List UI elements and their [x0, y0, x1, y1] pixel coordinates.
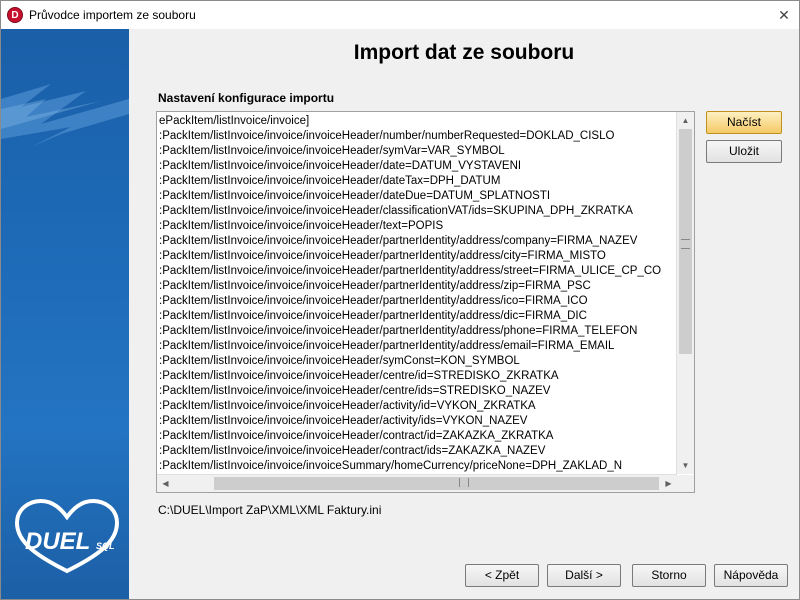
config-line: :PackItem/listInvoice/invoice/invoiceHea… [159, 295, 588, 307]
config-line: :PackItem/listInvoice/invoice/invoiceHea… [159, 325, 638, 337]
scrollbar-corner [677, 475, 694, 492]
window-title: Průvodce importem ze souboru [29, 8, 196, 22]
config-line: :PackItem/listInvoice/invoice/invoiceHea… [159, 235, 638, 247]
back-button[interactable]: < Zpět [465, 564, 539, 587]
cancel-button[interactable]: Storno [632, 564, 706, 587]
duel-logo-icon: DUEL SQL [14, 499, 120, 574]
config-text-box[interactable]: ePackItem/listInvoice/invoice] :PackItem/… [156, 111, 695, 493]
page-title: Import dat ze souboru [353, 41, 575, 64]
config-file-path: C:\DUEL\Import ZaP\XML\XML Faktury.ini [158, 503, 382, 517]
config-line: :PackItem/listInvoice/invoice/invoiceHea… [159, 400, 536, 412]
config-line: :PackItem/listInvoice/invoice/invoiceHea… [159, 370, 559, 382]
load-button[interactable]: Načíst [706, 111, 782, 134]
save-button[interactable]: Uložit [706, 140, 782, 163]
duel-app-icon: D [7, 7, 23, 23]
config-line: :PackItem/listInvoice/invoice/invoiceHea… [159, 340, 615, 352]
config-line: :PackItem/listInvoice/invoice/invoiceSum… [159, 460, 623, 472]
vertical-grip-icon [681, 239, 690, 249]
scroll-down-icon[interactable]: ▼ [677, 457, 694, 474]
next-button[interactable]: Další > [547, 564, 621, 587]
scroll-up-icon[interactable]: ▲ [677, 112, 694, 129]
config-line: :PackItem/listInvoice/invoice/invoiceHea… [159, 175, 501, 187]
config-line: :PackItem/listInvoice/invoice/invoiceHea… [159, 415, 528, 427]
config-line: ePackItem/listInvoice/invoice] [159, 115, 310, 127]
config-line: :PackItem/listInvoice/invoice/invoiceHea… [159, 310, 587, 322]
horizontal-scroll-thumb[interactable] [214, 477, 659, 490]
close-icon: ✕ [778, 7, 790, 23]
lightning-decoration-icon [1, 84, 129, 147]
scroll-left-icon[interactable]: ◀ [157, 475, 174, 492]
config-line: :PackItem/listInvoice/invoice/invoiceHea… [159, 205, 633, 217]
config-line: :PackItem/listInvoice/invoice/invoiceHea… [159, 385, 551, 397]
config-line: :PackItem/listInvoice/invoice/invoiceHea… [159, 190, 551, 202]
logo-brand-text: DUEL [25, 528, 90, 555]
wizard-sidebar-banner: DUEL SQL [1, 29, 129, 599]
config-line: :PackItem/listInvoice/invoice/invoiceHea… [159, 355, 520, 367]
config-line: :PackItem/listInvoice/invoice/invoiceHea… [159, 430, 554, 442]
title-bar: D Průvodce importem ze souboru ✕ [1, 1, 799, 29]
config-line: :PackItem/listInvoice/invoice/invoiceHea… [159, 445, 546, 457]
config-line: :PackItem/listInvoice/invoice/invoiceHea… [159, 265, 662, 277]
help-button[interactable]: Nápověda [714, 564, 788, 587]
config-section-label: Nastavení konfigurace importu [158, 91, 335, 105]
config-line: :PackItem/listInvoice/invoice/invoiceHea… [159, 160, 522, 172]
config-lines: ePackItem/listInvoice/invoice] :PackItem/… [159, 114, 677, 474]
close-button[interactable]: ✕ [773, 5, 795, 25]
scroll-right-icon[interactable]: ▶ [660, 475, 677, 492]
vertical-scrollbar[interactable]: ▲ ▼ [676, 112, 694, 474]
config-line: :PackItem/listInvoice/invoice/invoiceHea… [159, 130, 615, 142]
logo-suffix-text: SQL [96, 541, 115, 551]
horizontal-scrollbar[interactable]: ◀ ▶ [157, 474, 677, 492]
config-line: :PackItem/listInvoice/invoice/invoiceHea… [159, 220, 444, 232]
config-line: :PackItem/listInvoice/invoice/invoiceHea… [159, 280, 591, 292]
config-line: :PackItem/listInvoice/invoice/invoiceHea… [159, 145, 505, 157]
horizontal-grip-icon [459, 478, 469, 487]
config-line: :PackItem/listInvoice/invoice/invoiceHea… [159, 250, 606, 262]
import-wizard-window: D Průvodce importem ze souboru ✕ DUEL SQ… [0, 0, 800, 600]
